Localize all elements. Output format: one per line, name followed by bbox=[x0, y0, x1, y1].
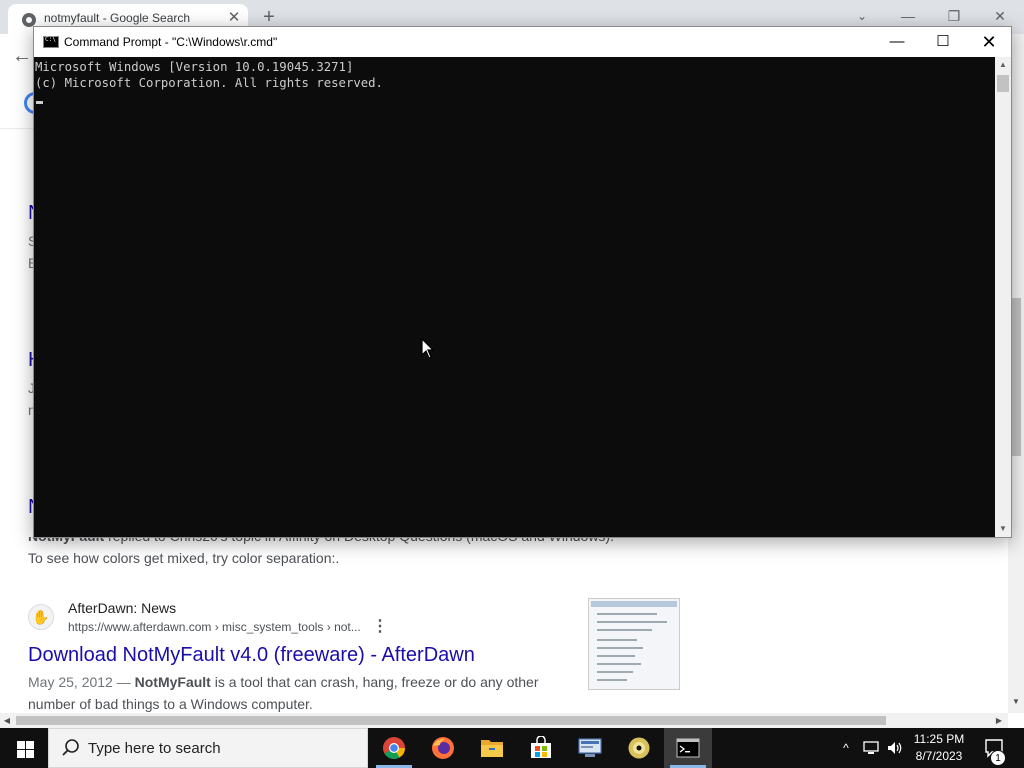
snippet-text: is a tool that can crash, hang, freeze o… bbox=[210, 674, 539, 690]
volume-icon[interactable] bbox=[886, 740, 904, 756]
result-thumbnail[interactable] bbox=[588, 598, 680, 690]
windows-logo-icon bbox=[26, 750, 34, 758]
thumbnail-line bbox=[597, 613, 657, 615]
command-prompt-icon bbox=[676, 738, 700, 758]
microsoft-store-icon bbox=[531, 736, 551, 758]
browser-restore-button[interactable]: ❐ bbox=[934, 4, 974, 28]
thumbnail-line bbox=[597, 655, 635, 657]
taskbar-chrome-button[interactable] bbox=[370, 728, 418, 768]
result-snippet: number of bad things to a Windows comput… bbox=[28, 696, 313, 712]
scroll-up-arrow-icon[interactable]: ▲ bbox=[995, 57, 1011, 73]
window-title: Command Prompt - "C:\Windows\r.cmd" bbox=[64, 35, 278, 49]
taskbar-store-button[interactable] bbox=[517, 728, 565, 768]
taskbar-command-prompt-button[interactable] bbox=[664, 728, 712, 768]
thumbnail-line bbox=[597, 671, 633, 673]
thumbnail-titlebar bbox=[591, 601, 677, 607]
network-icon[interactable] bbox=[862, 740, 880, 756]
firefox-icon bbox=[432, 737, 454, 759]
windows-logo-icon bbox=[17, 750, 25, 758]
taskbar-firefox-button[interactable] bbox=[419, 728, 467, 768]
mouse-pointer-icon bbox=[421, 338, 435, 359]
tab-close-icon[interactable]: ✕ bbox=[226, 9, 242, 27]
command-prompt-window[interactable]: Command Prompt - "C:\Windows\r.cmd" — ☐ … bbox=[33, 26, 1012, 538]
command-prompt-icon[interactable] bbox=[43, 36, 59, 48]
clock-time[interactable]: 11:25 PM bbox=[910, 732, 968, 746]
console-scroll-thumb[interactable] bbox=[997, 75, 1009, 92]
afterdawn-favicon-icon: ✋ bbox=[28, 604, 54, 630]
scroll-down-arrow-icon[interactable]: ▼ bbox=[1008, 694, 1024, 710]
result-snippet: May 25, 2012 — NotMyFault is a tool that… bbox=[28, 674, 538, 690]
scroll-left-arrow-icon[interactable]: ◀ bbox=[0, 713, 14, 728]
browser-close-button[interactable]: ✕ bbox=[980, 4, 1020, 28]
result-url[interactable]: https://www.afterdawn.com › misc_system_… bbox=[68, 620, 361, 634]
result-site-name[interactable]: AfterDawn: News bbox=[68, 600, 176, 616]
tab-favicon-icon bbox=[22, 13, 36, 27]
result-snippet: To see how colors get mixed, try color s… bbox=[28, 550, 340, 566]
console-output-area[interactable]: Microsoft Windows [Version 10.0.19045.32… bbox=[34, 57, 995, 537]
console-line: (c) Microsoft Corporation. All rights re… bbox=[35, 76, 383, 90]
search-placeholder: Type here to search bbox=[88, 740, 221, 757]
chrome-icon bbox=[383, 737, 405, 759]
windows-logo-icon bbox=[17, 741, 25, 749]
thumbnail-line bbox=[597, 629, 652, 631]
console-vertical-scrollbar[interactable] bbox=[995, 57, 1011, 537]
notification-count-badge: 1 bbox=[990, 750, 1006, 766]
scroll-right-arrow-icon[interactable]: ▶ bbox=[992, 713, 1006, 728]
disc-burner-icon bbox=[628, 737, 650, 759]
thumbnail-line bbox=[597, 639, 637, 641]
network-tool-icon bbox=[578, 738, 602, 757]
tab-search-chevron-icon[interactable]: ⌄ bbox=[842, 4, 882, 28]
snippet-bold: NotMyFault bbox=[134, 674, 211, 690]
taskbar-disc-burner-button[interactable] bbox=[615, 728, 663, 768]
back-arrow-icon[interactable]: ← bbox=[10, 44, 34, 68]
show-hidden-icons-chevron-icon[interactable]: ^ bbox=[838, 738, 854, 758]
search-icon bbox=[62, 739, 79, 756]
tab-title: notmyfault - Google Search bbox=[44, 11, 191, 25]
text-cursor bbox=[36, 101, 43, 104]
windows-logo-icon bbox=[26, 741, 34, 749]
taskbar-file-explorer-button[interactable] bbox=[468, 728, 516, 768]
more-options-icon[interactable]: ⋮ bbox=[372, 618, 388, 636]
windows-taskbar: Type here to search ^ 11:25 PM 8/7/2023 … bbox=[0, 728, 1024, 768]
console-line: Microsoft Windows [Version 10.0.19045.32… bbox=[35, 60, 354, 74]
scroll-down-arrow-icon[interactable]: ▼ bbox=[995, 521, 1011, 537]
close-button[interactable]: ✕ bbox=[966, 27, 1012, 57]
maximize-button[interactable]: ☐ bbox=[920, 27, 966, 57]
start-button[interactable] bbox=[0, 728, 48, 768]
new-tab-button[interactable]: + bbox=[258, 6, 280, 28]
result-title-link[interactable]: Download NotMyFault v4.0 (freeware) - Af… bbox=[28, 644, 475, 667]
command-prompt-titlebar[interactable]: Command Prompt - "C:\Windows\r.cmd" — ☐ … bbox=[34, 27, 1011, 57]
thumbnail-line bbox=[597, 679, 627, 681]
browser-vertical-scroll-thumb[interactable] bbox=[1011, 298, 1021, 456]
taskbar-network-tool-button[interactable] bbox=[566, 728, 614, 768]
snippet-date: May 25, 2012 — bbox=[28, 674, 135, 690]
thumbnail-line bbox=[597, 621, 667, 623]
clock-date[interactable]: 8/7/2023 bbox=[910, 749, 968, 763]
thumbnail-line bbox=[597, 663, 641, 665]
thumbnail-line bbox=[597, 647, 643, 649]
taskbar-search-box[interactable]: Type here to search bbox=[48, 728, 368, 768]
minimize-button[interactable]: — bbox=[874, 27, 920, 57]
browser-minimize-button[interactable]: — bbox=[888, 4, 928, 28]
browser-horizontal-scroll-thumb[interactable] bbox=[16, 716, 886, 725]
file-explorer-icon bbox=[481, 740, 503, 757]
